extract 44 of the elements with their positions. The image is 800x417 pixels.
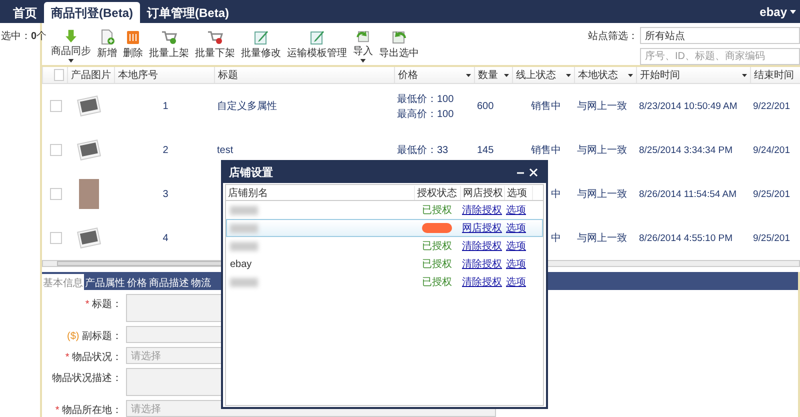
table-cell: 9/22/201 [753,101,790,112]
table-cell: 1 [162,101,168,112]
table-cell: 8/26/2014 4:55:10 PM [639,233,732,244]
table-cell-text: 销售中 [531,144,561,157]
field-label: 物品状况描述： [51,372,122,385]
column-header: 店铺别名 [228,188,268,198]
table-cell: 8/26/2014 11:54:54 AM [639,189,737,200]
table-cell: 与网上一致 [577,101,627,112]
field-label: * 物品状况： [64,350,122,364]
auth-status: 已授权 [422,205,452,216]
table-cell-text: 中 [550,232,561,245]
filter-label: 站点筛选： [588,30,638,42]
table-cell: 8/25/2014 3:34:34 PM [639,145,732,156]
price-text: 最低价：33 [397,144,450,157]
table-cell: 145 [477,145,494,156]
auth-status: 已授权 [422,241,452,252]
price-text: 最高价：100 [397,108,455,120]
field-label: * 标题： [84,298,122,311]
column-header: 授权状态 [417,188,457,198]
column-header: 选项 [507,188,527,198]
auth-status: 已授权 [422,259,452,270]
column-header: 网店授权 [463,188,503,198]
table-cell: 2 [162,145,168,156]
field-label: * 物品所在地： [54,404,122,417]
table-cell: 与网上一致 [577,233,627,244]
table-cell: 与网上一致 [577,145,627,156]
table-cell: 自定义多属性 [217,101,277,112]
table-cell: 与网上一致 [577,189,627,200]
table-cell: 9/25/201 [753,189,790,200]
table-cell: 600 [477,101,494,112]
table-cell: test [217,145,234,156]
table-cell: 9/24/201 [753,145,790,156]
field-label: ($) 副标题： [66,330,122,343]
table-cell-text: 中 [550,188,561,201]
table-cell: 9/25/201 [753,233,790,244]
selection-count: 选中：0个 [1,31,47,42]
dialog-title: 店铺设置 [229,166,274,180]
price-text: 最低价：100 [397,92,455,106]
table-cell: 4 [162,233,168,244]
table-cell: 3 [162,189,168,200]
store-name: ebay [229,258,252,270]
table-cell-text: 销售中 [531,100,561,113]
table-cell: 8/23/2014 10:50:49 AM [639,101,738,112]
auth-status: 已授权 [422,277,452,288]
